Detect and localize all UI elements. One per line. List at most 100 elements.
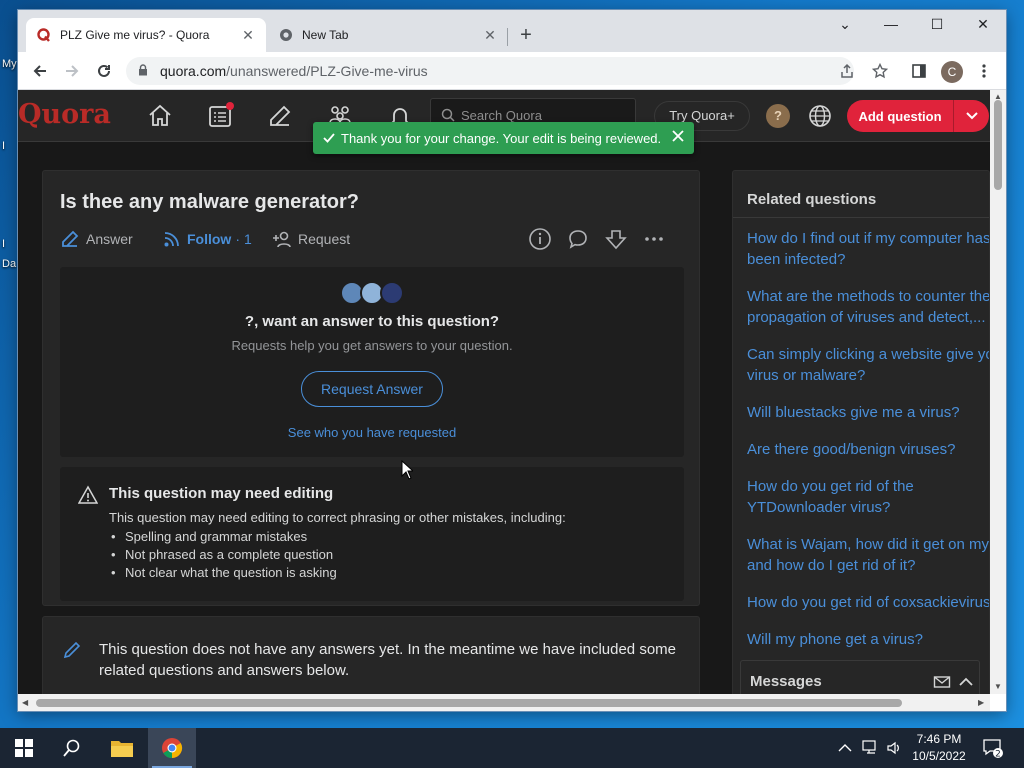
search-icon[interactable] xyxy=(48,728,96,768)
notification-center-icon[interactable]: 2 xyxy=(982,728,1004,768)
follow-count: 1 xyxy=(244,231,252,247)
warning-icon xyxy=(77,485,99,505)
question-actions: Answer Follow · 1 Request xyxy=(60,227,684,251)
reload-icon[interactable] xyxy=(93,60,115,82)
downvote-icon[interactable] xyxy=(604,227,628,251)
tab-search-icon[interactable]: ⌄ xyxy=(830,16,860,36)
follow-label: Follow xyxy=(187,231,232,247)
follow-separator: · xyxy=(235,231,240,247)
more-options-icon[interactable] xyxy=(642,227,666,251)
notification-count: 2 xyxy=(995,750,1001,760)
compose-message-icon[interactable] xyxy=(933,673,951,691)
url-path: /unanswered/PLZ-Give-me-virus xyxy=(226,63,428,79)
answer-label: Answer xyxy=(86,231,133,247)
request-answer-button[interactable]: Request Answer xyxy=(301,371,443,407)
request-button[interactable]: Request xyxy=(272,227,350,251)
horizontal-scrollbar[interactable]: ◀ ▶ xyxy=(18,694,990,711)
scrollbar-thumb[interactable] xyxy=(36,699,902,707)
add-question-label: Add question xyxy=(858,108,942,124)
tab-divider xyxy=(507,28,508,46)
chrome-favicon-icon xyxy=(278,27,294,43)
profile-avatar[interactable]: C xyxy=(941,61,963,83)
search-icon xyxy=(441,108,455,122)
start-windows-icon[interactable] xyxy=(0,728,48,768)
home-icon[interactable] xyxy=(146,102,174,130)
lock-icon[interactable] xyxy=(138,63,152,79)
request-title: ?, want an answer to this question? xyxy=(244,313,500,330)
divider xyxy=(733,217,989,218)
answer-button[interactable]: Answer xyxy=(60,227,133,251)
more-menu-icon[interactable] xyxy=(973,60,995,82)
add-question-button[interactable]: Add question xyxy=(847,100,989,132)
related-question-link[interactable]: Will my phone get a virus? xyxy=(747,629,989,650)
editing-title: This question may need editing xyxy=(109,485,334,502)
browser-toolbar: quora.com/unanswered/PLZ-Give-me-virus C xyxy=(18,52,1006,90)
desktop-icon-label[interactable]: I xyxy=(2,238,5,250)
related-question-link[interactable]: What are the methods to counter the prop… xyxy=(747,286,989,328)
tab-quora[interactable]: PLZ Give me virus? - Quora ✕ xyxy=(26,18,266,52)
request-person-icon xyxy=(273,231,291,248)
desktop-icon-label[interactable]: My xyxy=(2,58,17,70)
messages-drawer[interactable]: Messages xyxy=(740,660,980,694)
answer-pencil-icon[interactable] xyxy=(266,102,294,130)
chrome-taskbar-icon[interactable] xyxy=(148,728,196,768)
question-card: Is thee any malware generator? Answer Fo… xyxy=(42,170,700,606)
scroll-right-icon[interactable]: ▶ xyxy=(978,698,984,707)
close-tab-icon[interactable]: ✕ xyxy=(240,27,256,44)
file-explorer-icon[interactable] xyxy=(98,728,146,768)
related-question-link[interactable]: Will bluestacks give me a virus? xyxy=(747,402,989,423)
related-question-link[interactable]: How do I find out if my computer has bee… xyxy=(747,228,989,270)
info-icon[interactable] xyxy=(528,227,552,251)
see-requested-link[interactable]: See who you have requested xyxy=(60,425,684,440)
maximize-button[interactable]: ☐ xyxy=(922,16,952,36)
side-panel-icon[interactable] xyxy=(908,60,930,82)
close-tab-icon[interactable]: ✕ xyxy=(482,27,498,44)
language-globe-icon[interactable] xyxy=(808,104,832,128)
clock-date: 10/5/2022 xyxy=(912,749,966,763)
bookmark-star-icon[interactable] xyxy=(869,60,891,82)
close-window-button[interactable]: ✕ xyxy=(968,16,998,36)
volume-icon[interactable] xyxy=(886,728,902,768)
list-item: Not phrased as a complete question xyxy=(109,546,337,564)
share-icon[interactable] xyxy=(836,60,858,82)
chevron-down-icon[interactable] xyxy=(954,109,989,123)
scroll-down-icon[interactable]: ▼ xyxy=(994,682,1002,691)
scrollbar-thumb[interactable] xyxy=(994,100,1002,190)
minimize-button[interactable]: — xyxy=(876,16,906,36)
show-hidden-icons-chevron-icon[interactable] xyxy=(838,728,852,768)
tab-strip: PLZ Give me virus? - Quora ✕ New Tab ✕ +… xyxy=(18,10,1006,52)
help-avatar[interactable]: ? xyxy=(766,104,790,128)
new-tab-button[interactable]: + xyxy=(514,24,538,48)
address-bar[interactable]: quora.com/unanswered/PLZ-Give-me-virus xyxy=(126,57,854,85)
following-feed-icon[interactable] xyxy=(206,102,234,130)
tab-title: PLZ Give me virus? - Quora xyxy=(60,28,210,42)
related-question-link[interactable]: How do you get rid of coxsackievirus xyxy=(747,592,989,613)
search-placeholder: Search Quora xyxy=(461,107,542,123)
system-clock[interactable]: 7:46 PM 10/5/2022 xyxy=(904,731,974,765)
related-question-link[interactable]: What is Wajam, how did it get on my and … xyxy=(747,534,989,576)
messages-label: Messages xyxy=(750,673,822,690)
related-questions-panel: Related questions How do I find out if m… xyxy=(732,170,990,694)
related-question-link[interactable]: Can simply clicking a website give you v… xyxy=(747,344,989,386)
quora-logo[interactable]: Quora xyxy=(18,99,111,130)
pencil-icon xyxy=(63,641,81,659)
list-item: Not clear what the question is asking xyxy=(109,564,337,582)
follow-button[interactable]: Follow · 1 xyxy=(163,227,252,251)
related-question-link[interactable]: How do you get rid of the YTDownloader v… xyxy=(747,476,989,518)
forward-icon[interactable] xyxy=(61,60,83,82)
editing-reasons-list: Spelling and grammar mistakes Not phrase… xyxy=(109,528,337,582)
related-question-link[interactable]: Are there good/benign viruses? xyxy=(747,439,989,460)
vertical-scrollbar[interactable]: ▲ ▼ xyxy=(990,90,1006,694)
avatar xyxy=(380,281,404,305)
desktop-icon-label[interactable]: Da xyxy=(2,258,16,270)
close-icon[interactable] xyxy=(672,129,684,147)
avatar-group xyxy=(340,281,404,305)
toast-message: Thank you for your change. Your edit is … xyxy=(341,130,662,146)
scroll-left-icon[interactable]: ◀ xyxy=(22,698,28,707)
desktop-icon-label[interactable]: I xyxy=(2,140,5,152)
back-icon[interactable] xyxy=(29,60,51,82)
network-icon[interactable] xyxy=(862,728,880,768)
chevron-up-icon[interactable] xyxy=(957,673,975,691)
comment-icon[interactable] xyxy=(566,227,590,251)
tab-new-tab[interactable]: New Tab ✕ xyxy=(268,18,508,52)
